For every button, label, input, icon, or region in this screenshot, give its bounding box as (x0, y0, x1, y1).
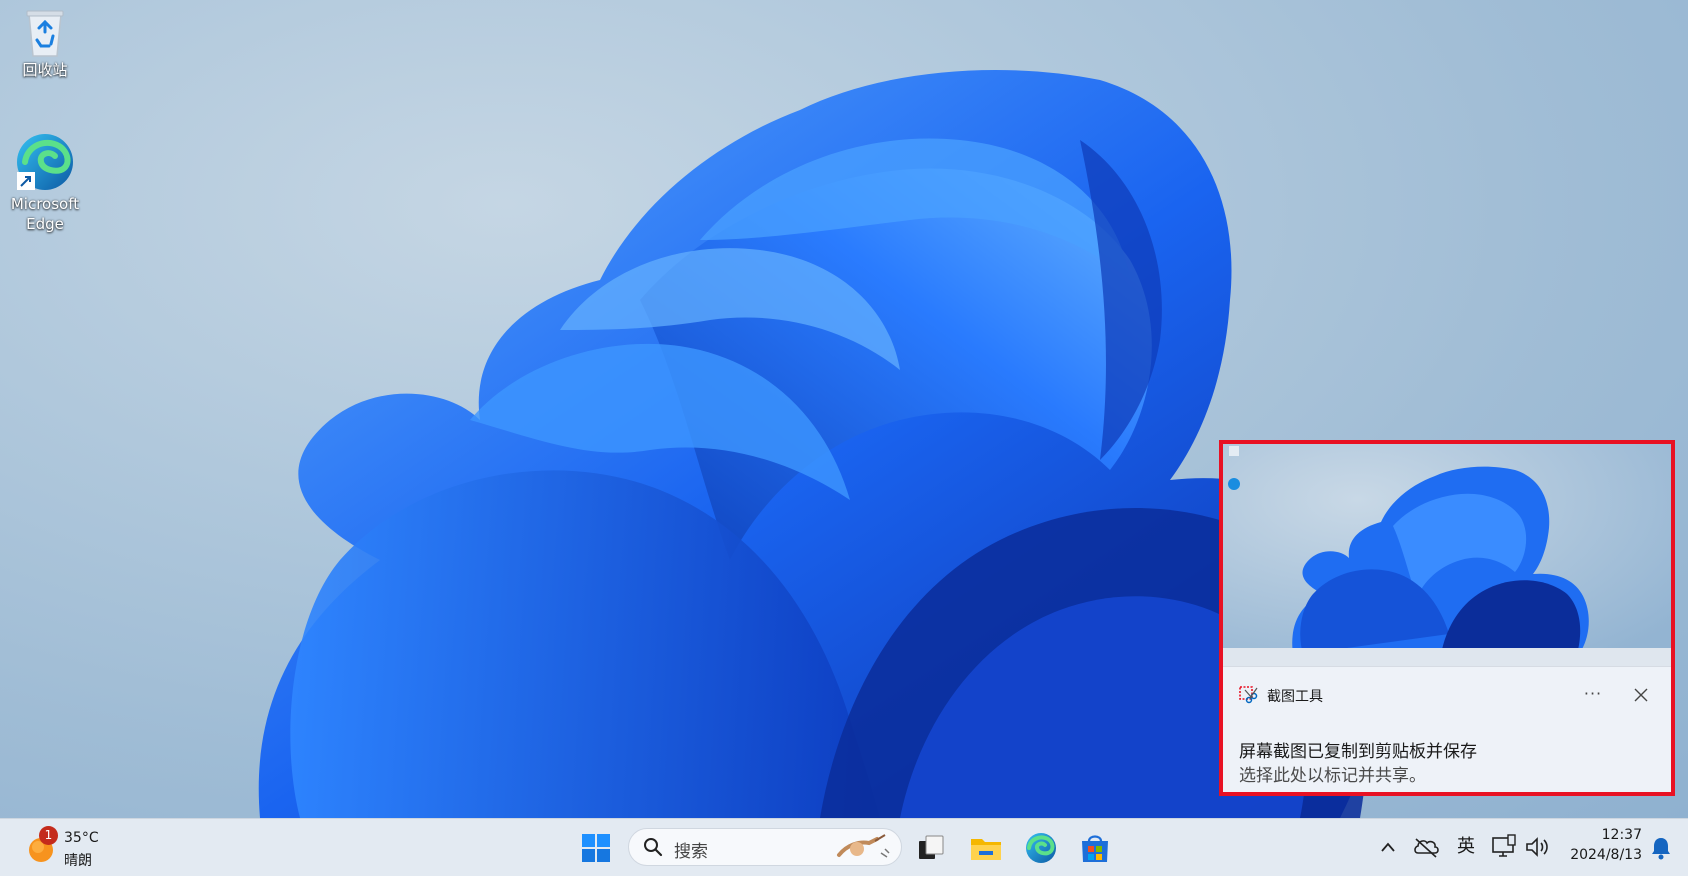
weather-temperature: 35°C (64, 830, 99, 846)
search-highlight-icon (835, 831, 895, 867)
file-explorer-button[interactable] (965, 827, 1007, 869)
weather-widget[interactable]: 1 35°C 晴朗 (20, 825, 110, 869)
show-hidden-icons-button[interactable] (1372, 829, 1404, 865)
edge-shortcut-label: Microsoft Edge (10, 195, 80, 233)
onedrive-status-button[interactable] (1410, 829, 1442, 865)
recycle-bin-label: 回收站 (22, 61, 68, 79)
network-icon (1492, 834, 1516, 857)
edge-icon (17, 134, 73, 190)
edge-taskbar-button[interactable] (1020, 827, 1062, 869)
task-view-button[interactable] (910, 827, 952, 869)
speaker-icon (1526, 837, 1548, 857)
input-method-indicator[interactable]: 英 (1450, 829, 1482, 865)
clock[interactable]: 12:37 2024/8/13 (1562, 825, 1642, 865)
store-icon (1082, 835, 1108, 862)
screenshot-thumbnail (1223, 444, 1671, 666)
file-explorer-icon (971, 839, 1001, 860)
cloud-offline-icon (1414, 838, 1439, 858)
store-button[interactable] (1074, 827, 1116, 869)
toast-title: 屏幕截图已复制到剪贴板并保存 (1239, 742, 1477, 762)
desktop: 回收站 Microsoft Edge 截图工具 ··· 屏幕截图已复制到剪贴板并… (0, 0, 1688, 818)
taskbar: 1 35°C 晴朗 搜索 英 12:37 2024/8/13 (0, 818, 1688, 876)
recycle-bin-shortcut[interactable]: 回收站 (5, 6, 85, 80)
bell-icon (1652, 838, 1670, 860)
start-button[interactable] (575, 827, 617, 869)
network-button[interactable] (1488, 829, 1520, 865)
edge-icon (1026, 833, 1056, 863)
toast-body[interactable]: 截图工具 ··· 屏幕截图已复制到剪贴板并保存 选择此处以标记并共享。 (1223, 666, 1671, 792)
close-icon (1634, 688, 1648, 702)
start-icon (582, 834, 610, 862)
more-options-button[interactable]: ··· (1577, 681, 1609, 709)
recycle-bin-icon (26, 10, 64, 57)
notification-center-button[interactable] (1648, 835, 1674, 861)
toast-message: 选择此处以标记并共享。 (1239, 766, 1426, 786)
chevron-up-icon (1381, 842, 1395, 852)
screenshot-toast[interactable]: 截图工具 ··· 屏幕截图已复制到剪贴板并保存 选择此处以标记并共享。 (1219, 440, 1675, 796)
toast-header: 截图工具 (1239, 685, 1323, 707)
clock-time: 12:37 (1601, 827, 1642, 843)
clock-date: 2024/8/13 (1570, 847, 1642, 863)
weather-condition: 晴朗 (64, 853, 92, 869)
close-button[interactable] (1625, 681, 1657, 709)
weather-badge: 1 (39, 826, 58, 845)
toast-app-name: 截图工具 (1267, 689, 1323, 705)
search-icon (643, 837, 663, 861)
search-box[interactable]: 搜索 (628, 828, 902, 866)
task-view-icon (919, 835, 944, 859)
snipping-tool-icon (1239, 686, 1258, 704)
volume-button[interactable] (1522, 829, 1554, 865)
screenshot-preview[interactable] (1223, 444, 1671, 666)
search-placeholder: 搜索 (674, 842, 708, 862)
edge-shortcut[interactable]: Microsoft Edge (5, 132, 85, 234)
